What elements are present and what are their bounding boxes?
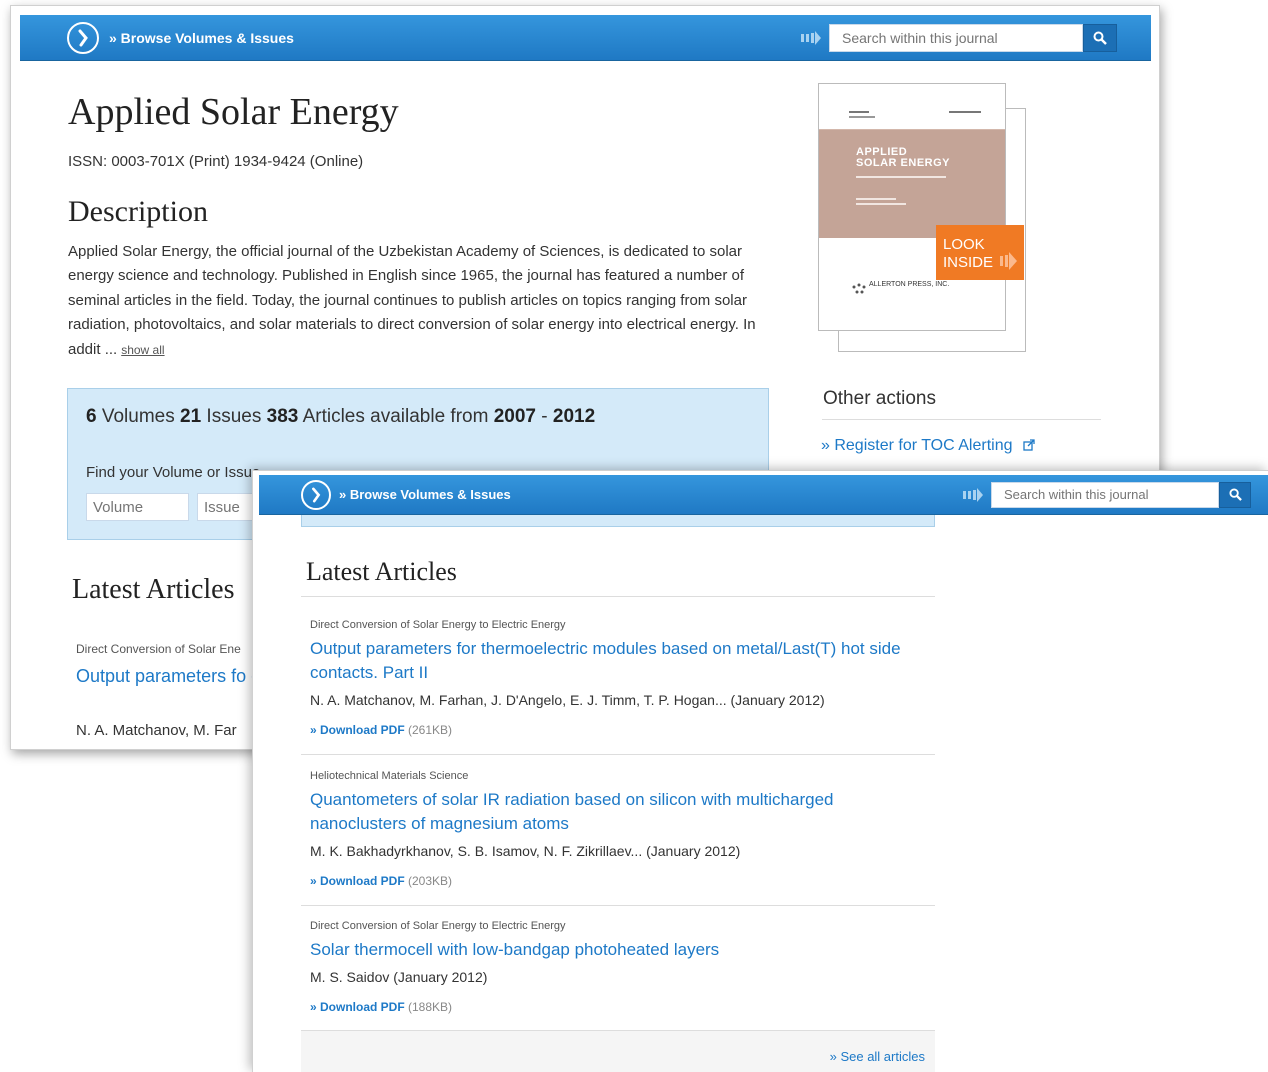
journal-cover-image[interactable]: APPLIED SOLAR ENERGY ALLERTON PRESS, INC. <box>818 83 1006 331</box>
download-pdf-link[interactable]: » Download PDF <box>310 723 405 737</box>
article-category: Direct Conversion of Solar Ene <box>76 642 241 656</box>
look-inside-button[interactable]: LOOK INSIDE <box>936 225 1024 280</box>
cover-publisher: ALLERTON PRESS, INC. <box>869 281 950 288</box>
springer-logo-icon[interactable] <box>67 21 99 54</box>
description-text: Applied Solar Energy, the official journ… <box>68 240 758 362</box>
volumes-panel-bottom <box>301 515 935 527</box>
look-inside-arrow-icon <box>1000 252 1017 270</box>
search-input[interactable] <box>991 481 1219 508</box>
volumes-summary: 6 Volumes 21 Issues 383 Articles availab… <box>86 406 596 427</box>
divider <box>822 419 1101 420</box>
description-body: Applied Solar Energy, the official journ… <box>68 243 756 358</box>
cover-header-print <box>849 111 981 118</box>
journal-issn: ISSN: 0003-701X (Print) 1934-9424 (Onlin… <box>68 153 364 170</box>
top-navigation-bar: » Browse Volumes & Issues <box>259 475 1268 515</box>
top-navigation-bar: » Browse Volumes & Issues <box>20 15 1151 61</box>
article-category: Direct Conversion of Solar Energy to Ele… <box>310 920 566 932</box>
search-arrow-icon <box>801 30 821 45</box>
article-title-link[interactable]: Quantometers of solar IR radiation based… <box>310 788 870 836</box>
show-all-link[interactable]: show all <box>121 343 164 357</box>
divider <box>301 905 935 906</box>
other-actions-heading: Other actions <box>823 388 936 409</box>
description-heading: Description <box>68 195 208 228</box>
latest-articles-window: » Browse Volumes & Issues Latest Article… <box>252 470 1268 1072</box>
external-link-icon <box>1023 439 1035 451</box>
article-authors: M. K. Bakhadyrkhanov, S. B. Isamov, N. F… <box>310 843 741 859</box>
article-authors: M. S. Saidov (January 2012) <box>310 969 488 985</box>
journal-title: Applied Solar Energy <box>68 91 399 133</box>
file-size: (203KB) <box>404 874 453 888</box>
divider <box>301 754 935 755</box>
search-icon <box>1228 488 1242 501</box>
article-category: Direct Conversion of Solar Energy to Ele… <box>310 619 566 631</box>
search-icon <box>1093 31 1107 45</box>
volume-input[interactable] <box>86 493 189 521</box>
browse-volumes-link[interactable]: » Browse Volumes & Issues <box>339 487 511 502</box>
latest-articles-heading: Latest Articles <box>306 557 457 586</box>
cover-header <box>819 84 1005 130</box>
see-all-articles-link[interactable]: » See all articles <box>830 1049 925 1064</box>
see-all-bar: » See all articles <box>301 1031 935 1072</box>
register-toc-alerting-link[interactable]: » Register for TOC Alerting <box>821 437 1035 455</box>
publisher-logo-icon <box>852 283 866 294</box>
divider <box>301 596 935 597</box>
download-pdf-link[interactable]: » Download PDF <box>310 1000 405 1014</box>
article-title-link[interactable]: Solar thermocell with low-bandgap photoh… <box>310 938 910 962</box>
download-pdf-link[interactable]: » Download PDF <box>310 874 405 888</box>
article-category: Heliotechnical Materials Science <box>310 770 469 782</box>
download-pdf: » Download PDF (203KB) <box>310 874 452 888</box>
search-input[interactable] <box>829 23 1083 52</box>
search-arrow-icon <box>963 487 983 502</box>
find-volume-label: Find your Volume or Issue <box>86 464 261 481</box>
download-pdf: » Download PDF (188KB) <box>310 1000 452 1014</box>
cover-title: APPLIED SOLAR ENERGY <box>856 146 951 169</box>
latest-articles-heading: Latest Articles <box>72 574 235 605</box>
search-button[interactable] <box>1083 23 1117 52</box>
file-size: (188KB) <box>404 1000 453 1014</box>
search-button[interactable] <box>1219 481 1251 508</box>
file-size: (261KB) <box>404 723 453 737</box>
download-pdf: » Download PDF (261KB) <box>310 723 452 737</box>
springer-logo-icon[interactable] <box>301 479 331 510</box>
cover-subtitle-print <box>856 176 946 205</box>
article-authors: N. A. Matchanov, M. Far <box>76 722 237 739</box>
article-authors: N. A. Matchanov, M. Farhan, J. D'Angelo,… <box>310 692 825 708</box>
browse-volumes-link[interactable]: » Browse Volumes & Issues <box>109 30 294 46</box>
article-title-link[interactable]: Output parameters for thermoelectric mod… <box>310 637 910 685</box>
